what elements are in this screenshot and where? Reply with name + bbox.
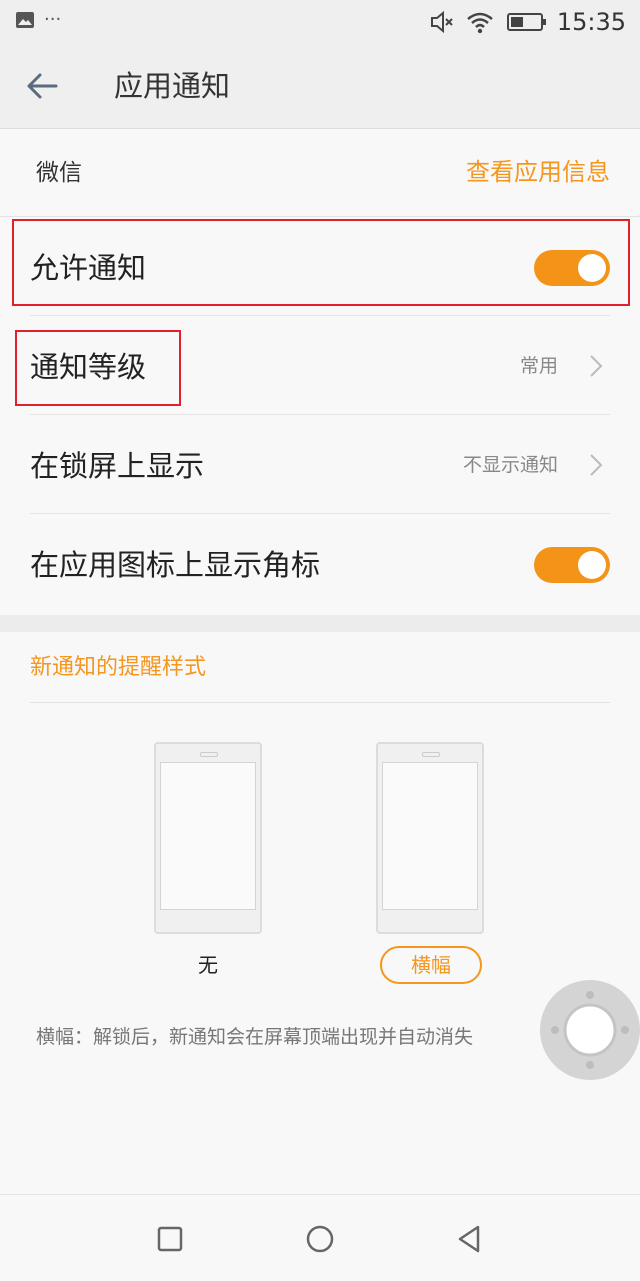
square-icon <box>157 1226 183 1252</box>
setting-lock-screen[interactable]: 在锁屏上显示 不显示通知 <box>0 416 640 514</box>
app-bar: 应用通知 <box>0 44 640 129</box>
triangle-back-icon <box>458 1225 480 1253</box>
section-divider <box>30 702 610 703</box>
setting-value: 不显示通知 <box>462 454 558 476</box>
row-divider <box>30 414 610 415</box>
setting-label: 在应用图标上显示角标 <box>30 548 321 582</box>
mute-icon <box>430 10 453 34</box>
back-button[interactable] <box>22 66 62 106</box>
setting-app-badge[interactable]: 在应用图标上显示角标 <box>0 515 640 613</box>
style-option-banner[interactable]: 横幅 <box>380 946 482 984</box>
battery-icon <box>506 13 546 31</box>
phone-screen <box>160 762 256 910</box>
page-title: 应用通知 <box>114 69 231 103</box>
assistive-ball-icon <box>540 980 640 1080</box>
style-banner-preview[interactable] <box>376 742 484 934</box>
style-option-none[interactable]: 无 <box>154 950 262 984</box>
style-option-label: 无 <box>198 953 218 977</box>
highlight-box <box>15 330 181 406</box>
phone-screen <box>382 762 478 910</box>
status-left: ··· <box>16 10 61 30</box>
navigation-bar <box>0 1194 640 1281</box>
back-arrow-icon <box>27 73 58 99</box>
chevron-right-icon <box>590 454 603 476</box>
wifi-icon <box>467 12 493 34</box>
highlight-box <box>12 219 630 306</box>
style-description: 横幅：解锁后，新通知会在屏幕顶端出现并自动消失 <box>36 1026 474 1048</box>
circle-icon <box>306 1225 334 1253</box>
status-right: 15:35 <box>429 7 626 37</box>
chevron-right-icon <box>590 355 603 377</box>
view-app-info-link[interactable]: 查看应用信息 <box>466 154 610 190</box>
section-title: 新通知的提醒样式 <box>30 655 207 680</box>
app-badge-toggle[interactable] <box>534 547 610 583</box>
row-divider <box>30 315 610 316</box>
status-time: 15:35 <box>556 8 626 36</box>
home-button[interactable] <box>300 1219 340 1259</box>
overflow-indicator: ··· <box>44 9 62 30</box>
section-separator <box>0 615 640 632</box>
style-none-preview[interactable] <box>154 742 262 934</box>
app-name: 微信 <box>36 160 82 186</box>
toggle-knob <box>578 551 606 579</box>
image-icon <box>16 12 34 28</box>
phone-speaker <box>422 752 440 757</box>
back-nav-button[interactable] <box>450 1219 490 1259</box>
phone-speaker <box>200 752 218 757</box>
floating-assistive-button[interactable] <box>540 980 640 1080</box>
recent-apps-button[interactable] <box>150 1219 190 1259</box>
status-bar: ··· 15:35 <box>0 0 640 44</box>
row-divider <box>30 513 610 514</box>
app-row: 微信 查看应用信息 <box>0 130 640 217</box>
setting-label: 在锁屏上显示 <box>30 449 205 483</box>
setting-value: 常用 <box>519 355 558 377</box>
